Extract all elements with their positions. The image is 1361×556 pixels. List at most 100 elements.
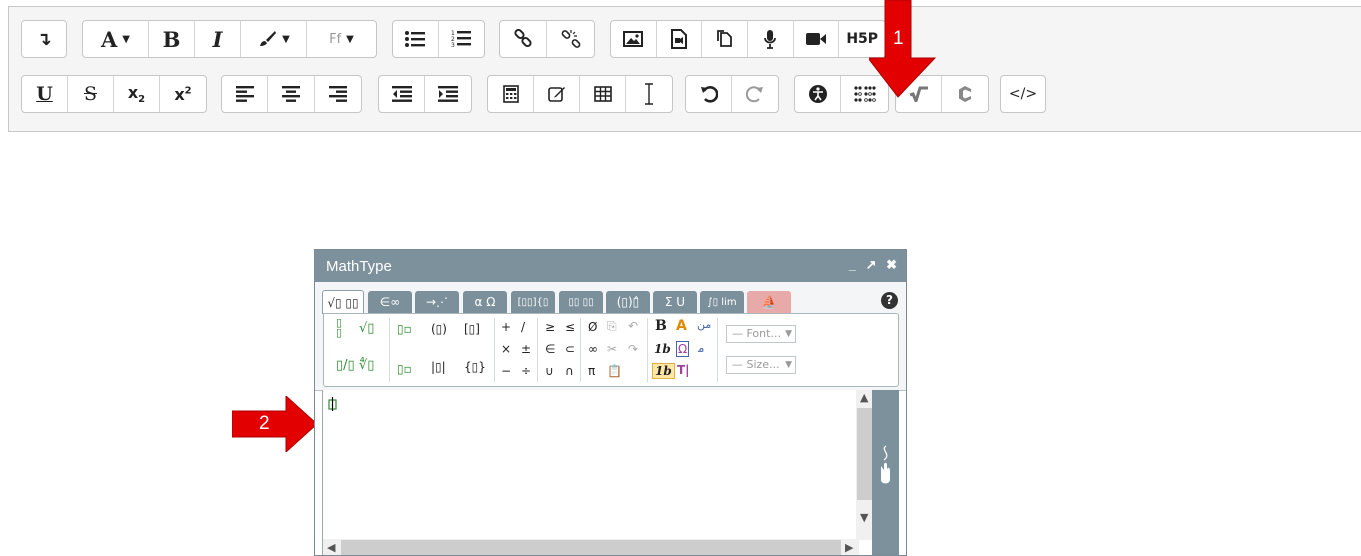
tab-symbols[interactable]: ∈∞ [368, 291, 412, 313]
mathtype-titlebar[interactable]: MathType _ ↗ ✖ [315, 250, 906, 282]
absolute-value-button[interactable]: |▯| [431, 360, 446, 374]
window-controls[interactable]: _ ↗ ✖ [849, 257, 900, 273]
font-family-button[interactable]: Ff ▼ [307, 21, 376, 57]
plus-minus-button[interactable]: ± [521, 342, 531, 356]
align-left-button[interactable] [222, 76, 269, 112]
italic-button[interactable]: I [195, 21, 241, 57]
indent-button[interactable] [425, 76, 471, 112]
geq-button[interactable]: ≥ [545, 320, 555, 334]
bold-icon: B [162, 26, 181, 52]
brackets-button[interactable]: [▯] [464, 322, 480, 336]
fraction-button[interactable]: ▯ ▯ [336, 317, 342, 338]
annotation-label-2: 2 [259, 413, 270, 434]
slash-button[interactable]: / [521, 320, 525, 334]
empty-set-button[interactable]: Ø [588, 320, 597, 334]
scroll-left-icon[interactable]: ◀ [327, 541, 335, 554]
ltr-icon[interactable]: ﻣ [698, 341, 704, 355]
undo-icon[interactable]: ↶ [628, 319, 638, 333]
pi-button[interactable]: π [588, 364, 595, 378]
equation-editor-button[interactable] [488, 76, 534, 112]
align-center-button[interactable] [268, 76, 315, 112]
text-color-icon[interactable]: A [676, 319, 687, 333]
undo-button[interactable] [686, 76, 733, 112]
rtl-icon[interactable]: ﻣﻦ [697, 318, 711, 332]
braces-button[interactable]: {▯} [464, 360, 486, 374]
unordered-list-button[interactable] [393, 21, 439, 57]
superscript-button[interactable]: x2 [160, 76, 206, 112]
italic-button[interactable]: 1b [654, 342, 671, 356]
element-of-button[interactable]: ∈ [545, 342, 555, 356]
scrollbar-thumb[interactable] [341, 540, 841, 555]
manage-files-button[interactable] [702, 21, 749, 57]
underline-button[interactable]: U [22, 76, 68, 112]
subscript-button[interactable]: x2 [114, 76, 160, 112]
scroll-right-icon[interactable]: ▶ [845, 541, 853, 554]
scroll-down-icon[interactable]: ▼ [860, 511, 868, 524]
unlink-button[interactable] [547, 21, 594, 57]
handwriting-panel[interactable] [872, 390, 899, 555]
special-characters-icon[interactable]: Ω [676, 341, 690, 357]
accessibility-checker-button[interactable] [795, 76, 842, 112]
toolbar-toggle-button[interactable]: ↴ [22, 21, 66, 57]
minus-button[interactable]: − [501, 364, 511, 378]
mathtype-palette: ▯ ▯ √▯ ▯/▯ ∜▯ ▯▫ ▯▫ (▯) [▯] |▯| {▯} + / ×… [323, 313, 899, 387]
copy-icon[interactable]: ⎘ [607, 319, 617, 333]
union-button[interactable]: ∪ [545, 364, 554, 378]
leq-button[interactable]: ≤ [565, 320, 575, 334]
background-color-button[interactable]: ▼ [241, 21, 307, 57]
redo-icon[interactable]: ↷ [628, 342, 638, 356]
tab-decorations[interactable]: (▯)▯̂ [606, 291, 650, 313]
tab-big-operators[interactable]: Σ U [653, 291, 697, 313]
infinity-button[interactable]: ∞ [588, 342, 598, 356]
help-icon[interactable]: ? [881, 292, 898, 309]
bold-button[interactable]: B [149, 21, 195, 57]
tab-greek[interactable]: α Ω [463, 291, 507, 313]
insert-image-button[interactable] [611, 21, 657, 57]
tab-scripts[interactable]: ▯▯ ▯▯ [559, 291, 603, 313]
tab-contextual[interactable]: ⛵ [747, 291, 791, 313]
bevelled-fraction-button[interactable]: ▯/▯ [336, 359, 355, 373]
mathvariant-button[interactable]: 1b [652, 363, 675, 379]
size-select[interactable]: — Size... ▼ [726, 356, 796, 374]
align-right-button[interactable] [315, 76, 361, 112]
parentheses-button[interactable]: (▯) [431, 322, 447, 336]
record-audio-button[interactable] [748, 21, 794, 57]
redo-button[interactable] [732, 76, 778, 112]
plus-button[interactable]: + [501, 320, 511, 334]
cut-icon[interactable]: ✂ [607, 342, 617, 356]
chemtype-button[interactable] [942, 76, 988, 112]
strikethrough-button[interactable]: S [68, 76, 114, 112]
ordered-list-button[interactable]: 1 2 3 [439, 21, 485, 57]
font-color-button[interactable]: A ▼ [83, 21, 149, 57]
nth-root-button[interactable]: ∜▯ [359, 359, 374, 373]
paste-icon[interactable]: 📋 [607, 364, 622, 378]
tab-calculus[interactable]: ∫▯ lim [700, 291, 744, 313]
outdent-button[interactable] [379, 76, 426, 112]
insert-media-button[interactable] [657, 21, 703, 57]
bold-button[interactable]: B [655, 319, 667, 333]
vertical-scrollbar[interactable]: ▲ ▼ [856, 390, 873, 540]
subset-button[interactable]: ⊂ [565, 342, 575, 356]
bullet-list-icon [405, 31, 426, 47]
superscript-template-button[interactable]: ▯▫ [397, 322, 412, 336]
edit-button[interactable] [534, 76, 580, 112]
intersection-button[interactable]: ∩ [565, 364, 574, 378]
link-button[interactable] [500, 21, 548, 57]
square-root-button[interactable]: √▯ [359, 322, 374, 336]
html-button[interactable]: </> [1001, 76, 1045, 112]
text-mode-icon[interactable]: T| [677, 363, 690, 377]
subscript-template-button[interactable]: ▯▫ [397, 362, 412, 376]
scrollbar-thumb[interactable] [857, 408, 872, 500]
record-video-button[interactable] [794, 21, 840, 57]
scroll-up-icon[interactable]: ▲ [860, 391, 868, 404]
divide-button[interactable]: ÷ [521, 364, 531, 378]
tab-general[interactable]: √▯ ▯▯ [322, 290, 364, 314]
table-button[interactable] [580, 76, 626, 112]
horizontal-scrollbar[interactable]: ◀ ▶ [323, 539, 859, 555]
mathtype-editing-area[interactable]: ▲ ▼ ◀ ▶ [322, 390, 875, 555]
tab-matrices[interactable]: [▯▯]{▯ [511, 291, 555, 313]
clear-formatting-button[interactable] [626, 76, 672, 112]
tab-arrows[interactable]: →⋰ [415, 291, 459, 313]
font-select[interactable]: — Font... ▼ [726, 325, 796, 343]
times-button[interactable]: × [501, 342, 511, 356]
